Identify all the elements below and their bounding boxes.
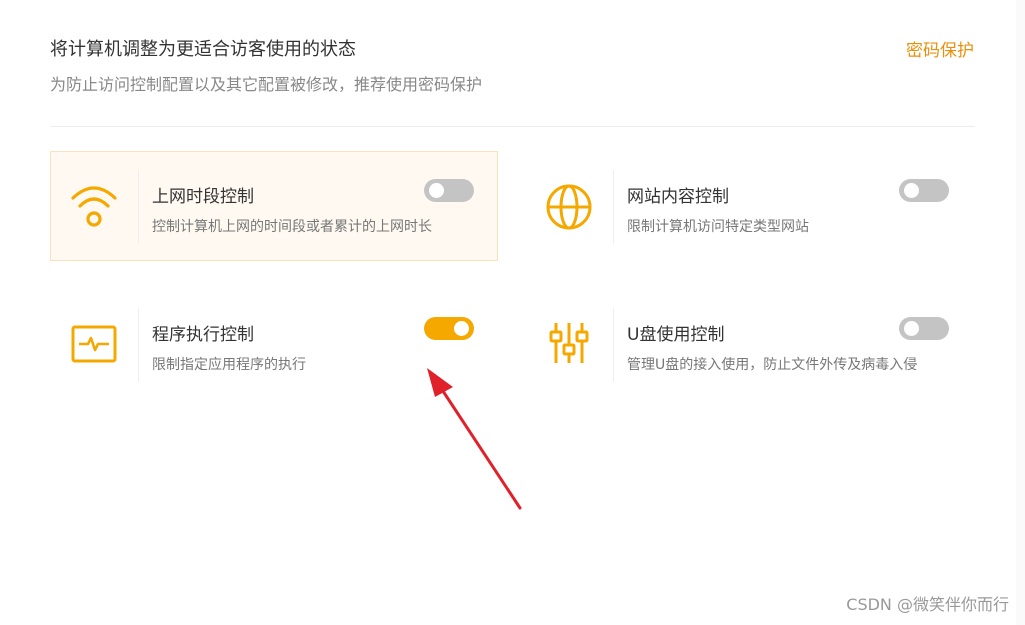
control-card-usb-usage[interactable]: U盘使用控制 管理U盘的接入使用，防止文件外传及病毒入侵: [525, 289, 973, 399]
page-title: 将计算机调整为更适合访客使用的状态: [50, 39, 356, 60]
usb-usage-toggle[interactable]: [899, 317, 949, 340]
password-protection-link[interactable]: 密码保护: [906, 36, 974, 61]
control-title: U盘使用控制: [627, 325, 725, 345]
website-content-toggle[interactable]: [899, 179, 949, 202]
card-divider: [138, 308, 139, 382]
globe-icon: [544, 180, 594, 230]
right-edge-strip: [1016, 0, 1025, 625]
program-monitor-icon: [69, 318, 119, 368]
toggle-knob: [904, 321, 919, 336]
guest-mode-settings-page: 将计算机调整为更适合访客使用的状态 为防止访问控制配置以及其它配置被修改，推荐使…: [0, 0, 1025, 625]
usb-sliders-icon: [544, 318, 594, 368]
control-description: 限制计算机访问特定类型网站: [627, 219, 809, 235]
page-subtitle: 为防止访问控制配置以及其它配置被修改，推荐使用密码保护: [50, 75, 483, 94]
control-description: 管理U盘的接入使用，防止文件外传及病毒入侵: [627, 357, 918, 373]
card-divider: [138, 170, 139, 244]
program-execution-toggle[interactable]: [424, 317, 474, 340]
watermark: CSDN @微笑伴你而行: [846, 595, 1009, 614]
internet-time-toggle[interactable]: [424, 179, 474, 202]
toggle-knob: [904, 183, 919, 198]
wifi-icon: [69, 180, 119, 230]
red-arrow-annotation: [427, 368, 522, 510]
control-card-website-content[interactable]: 网站内容控制 限制计算机访问特定类型网站: [525, 151, 973, 261]
card-divider: [613, 308, 614, 382]
card-divider: [613, 170, 614, 244]
control-card-internet-time[interactable]: 上网时段控制 控制计算机上网的时间段或者累计的上网时长: [50, 151, 498, 261]
control-title: 程序执行控制: [152, 325, 254, 345]
control-title: 上网时段控制: [152, 187, 254, 207]
toggle-knob: [429, 183, 444, 198]
header-divider: [50, 126, 975, 127]
toggle-knob: [454, 321, 469, 336]
control-description: 控制计算机上网的时间段或者累计的上网时长: [152, 219, 432, 235]
control-description: 限制指定应用程序的执行: [152, 357, 306, 373]
control-title: 网站内容控制: [627, 187, 729, 207]
